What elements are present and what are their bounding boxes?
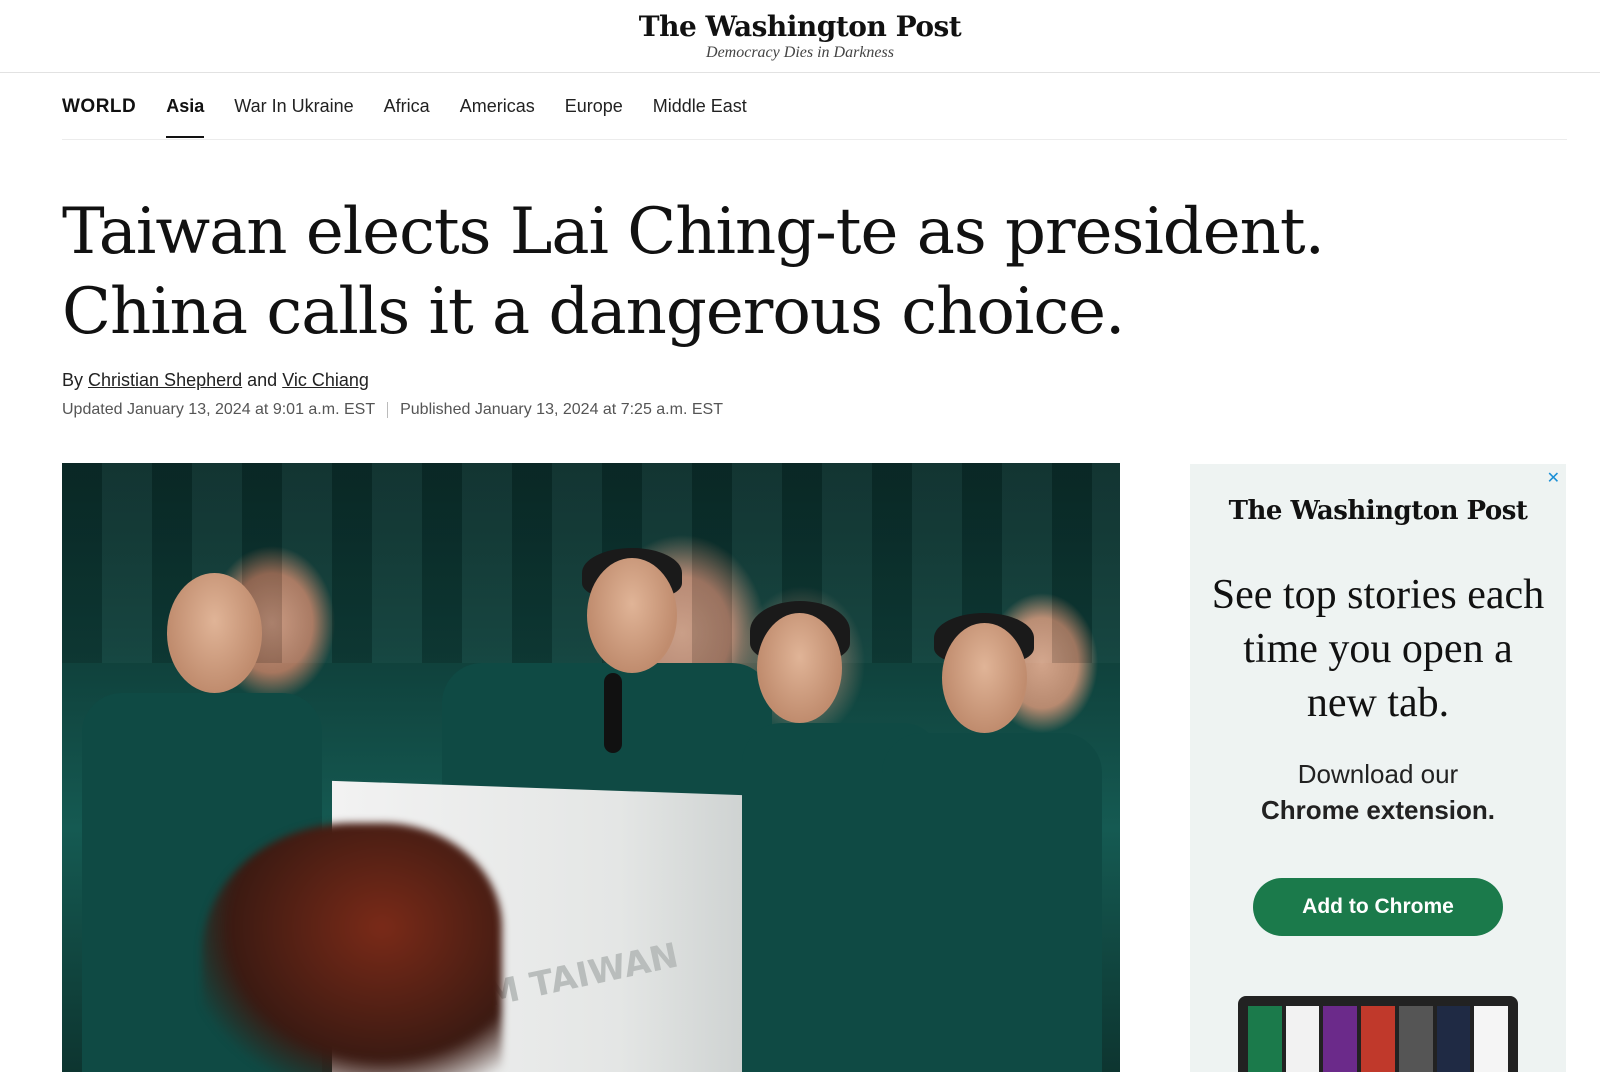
- site-logo[interactable]: The Washington Post: [0, 10, 1600, 43]
- ad-subtext-line-2: Chrome extension.: [1260, 795, 1496, 825]
- byline-and: and: [247, 370, 278, 390]
- article-timestamps: Updated January 13, 2024 at 9:01 a.m. ES…: [62, 401, 723, 419]
- hero-photo: TEAM TAIWAN: [62, 463, 1120, 1072]
- byline-prefix: By: [62, 370, 84, 390]
- preview-tile: [1398, 1006, 1433, 1072]
- published-timestamp: Published January 13, 2024 at 7:25 a.m. …: [400, 401, 723, 418]
- photo-face-1: [167, 573, 262, 693]
- ad-subtext: Download our Chrome extension.: [1190, 756, 1566, 828]
- chrome-extension-ad: ✕ The Washington Post See top stories ea…: [1190, 464, 1566, 1072]
- section-nav: WORLD Asia War In Ukraine Africa America…: [62, 74, 1567, 140]
- nav-item-europe[interactable]: Europe: [565, 74, 623, 140]
- preview-tile: [1436, 1006, 1471, 1072]
- photo-face-4: [942, 623, 1027, 733]
- nav-item-africa[interactable]: Africa: [384, 74, 430, 140]
- byline: By Christian Shepherd and Vic Chiang: [62, 370, 369, 391]
- nav-item-americas[interactable]: Americas: [460, 74, 535, 140]
- preview-tile: [1285, 1006, 1320, 1072]
- timestamp-divider: [387, 402, 389, 418]
- author-link-vic-chiang[interactable]: Vic Chiang: [282, 370, 369, 390]
- headline-line-2: China calls it a dangerous choice.: [62, 275, 1125, 349]
- masthead: The Washington Post Democracy Dies in Da…: [0, 0, 1600, 73]
- preview-tile: [1474, 1006, 1509, 1072]
- article-headline: Taiwan elects Lai Ching-te as president.…: [62, 192, 1362, 352]
- ad-subtext-line-1: Download our: [1297, 759, 1459, 789]
- photo-face-2: [587, 558, 677, 673]
- nav-item-middle-east[interactable]: Middle East: [653, 74, 747, 140]
- preview-tile: [1361, 1006, 1395, 1072]
- preview-tile: [1323, 1006, 1358, 1072]
- photo-foreground-blur: [202, 823, 502, 1072]
- photo-face-3: [757, 613, 842, 723]
- ad-headline: See top stories each time you open a new…: [1211, 572, 1545, 726]
- photo-figure-right-2: [882, 733, 1102, 1072]
- site-tagline: Democracy Dies in Darkness: [706, 44, 894, 61]
- updated-timestamp: Updated January 13, 2024 at 9:01 a.m. ES…: [62, 401, 376, 418]
- photo-microphone: [604, 673, 622, 753]
- headline-line-1: Taiwan elects Lai Ching-te as president.: [62, 195, 1325, 269]
- add-to-chrome-button[interactable]: Add to Chrome: [1253, 878, 1503, 936]
- author-link-christian-shepherd[interactable]: Christian Shepherd: [88, 370, 242, 390]
- preview-tile: [1248, 1006, 1282, 1072]
- section-title-world[interactable]: WORLD: [62, 96, 136, 118]
- ad-device-preview: [1238, 996, 1518, 1072]
- close-icon[interactable]: ✕: [1547, 468, 1560, 488]
- ad-logo: The Washington Post: [1228, 496, 1528, 526]
- nav-item-war-in-ukraine[interactable]: War In Ukraine: [234, 74, 353, 140]
- nav-item-asia[interactable]: Asia: [166, 74, 205, 140]
